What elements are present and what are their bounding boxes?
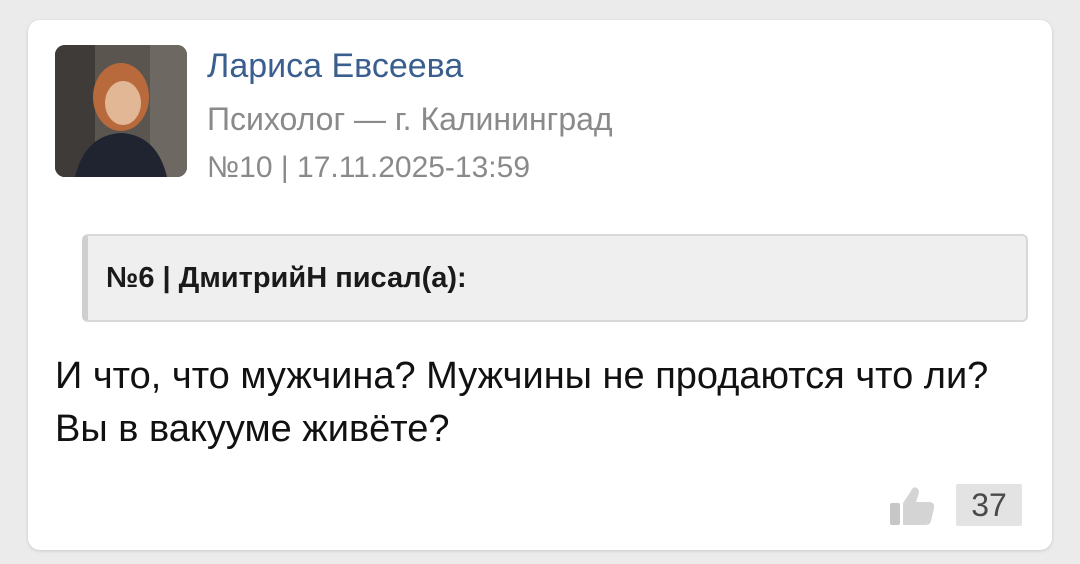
avatar[interactable] (55, 45, 187, 177)
quote-block: №6 | ДмитрийН писал(а): (82, 234, 1028, 322)
author-role: Психолог — г. Калининград (207, 101, 613, 137)
author-name[interactable]: Лариса Евсеева (207, 44, 463, 88)
thumbs-up-icon[interactable] (888, 483, 936, 527)
comment-body: И что, что мужчина? Мужчины не продаются… (55, 355, 989, 450)
comment-card: Лариса Евсеева Психолог — г. Калининград… (28, 20, 1052, 550)
post-meta: №10 | 17.11.2025-13:59 (207, 151, 530, 184)
avatar-photo (55, 45, 187, 177)
like-control: 37 (888, 483, 1022, 527)
quote-header: №6 | ДмитрийН писал(а): (106, 262, 467, 294)
like-count: 37 (956, 484, 1022, 526)
